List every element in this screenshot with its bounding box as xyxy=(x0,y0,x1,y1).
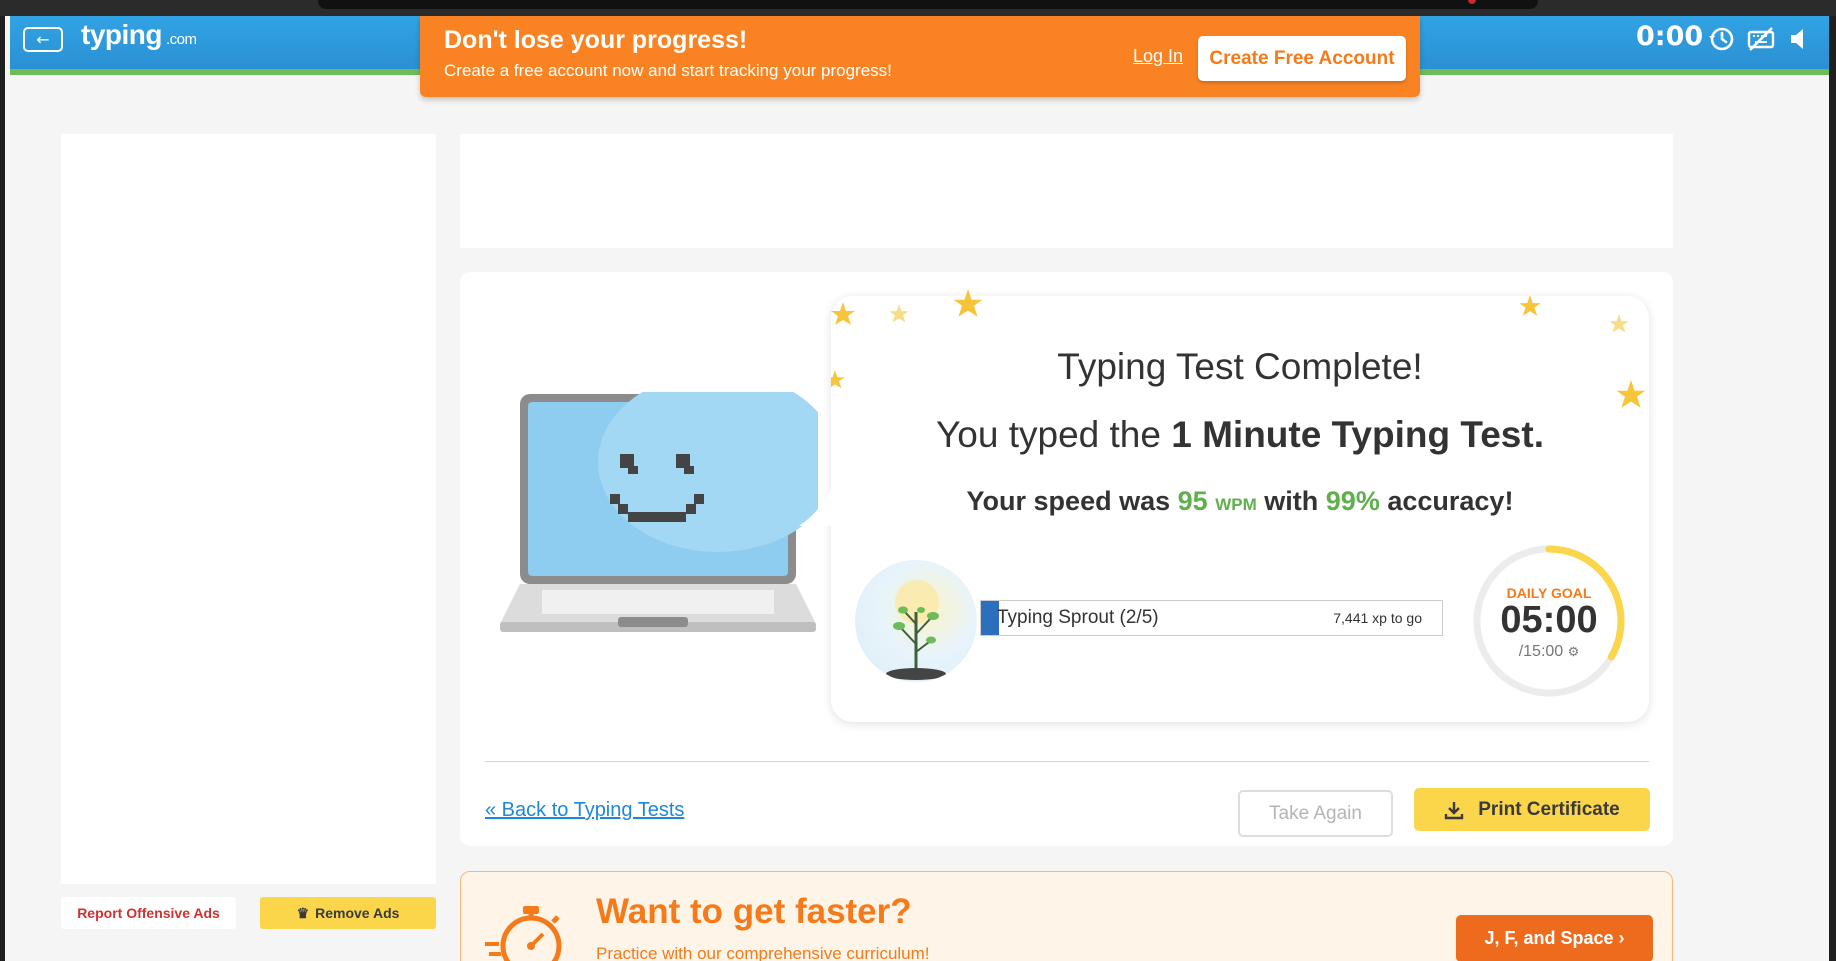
daily-goal-text: DAILY GOAL 05:00 /15:00 ⚙ xyxy=(1471,543,1627,699)
laptop-mascot-illustration xyxy=(500,392,818,632)
banner-subtitle: Create a free account now and start trac… xyxy=(444,61,892,80)
speed-suffix: accuracy! xyxy=(1387,486,1514,516)
browser-top-chrome xyxy=(0,0,1836,16)
banner-title: Don't lose your progress! xyxy=(444,26,748,54)
download-icon xyxy=(1445,801,1464,819)
keyboard-off-icon[interactable] xyxy=(1746,24,1776,54)
create-account-button[interactable]: Create Free Account xyxy=(1198,36,1406,81)
start-lesson-button[interactable]: J, F, and Space › xyxy=(1456,915,1653,961)
daily-goal-total-text: /15:00 xyxy=(1518,643,1564,660)
signup-banner: Don't lose your progress! Create a free … xyxy=(420,16,1420,97)
arrow-left-icon: ← xyxy=(36,30,50,49)
promo-card: Want to get faster? Practice with our co… xyxy=(460,871,1673,961)
test-name: 1 Minute Typing Test. xyxy=(1171,414,1544,455)
history-icon[interactable] xyxy=(1706,24,1736,54)
sidebar-ad-slot xyxy=(61,134,436,884)
promo-title: Want to get faster? xyxy=(596,892,912,931)
print-certificate-button[interactable]: Print Certificate xyxy=(1414,788,1650,831)
sprout-badge xyxy=(855,560,977,682)
print-certificate-label: Print Certificate xyxy=(1478,798,1620,820)
speed-middle: with xyxy=(1264,486,1319,516)
crown-icon: ♛ xyxy=(296,904,310,921)
report-ads-button[interactable]: Report Offensive Ads xyxy=(61,897,236,929)
logo-suffix: .com xyxy=(166,31,197,48)
logo-text: typing xyxy=(81,19,163,50)
xp-to-go: 7,441 xp to go xyxy=(1333,610,1422,626)
wpm-unit: WPM xyxy=(1215,495,1257,514)
speed-prefix: Your speed was xyxy=(966,486,1171,516)
level-progress-bar: Typing Sprout (2/5) 7,441 xp to go xyxy=(980,600,1443,636)
remove-ads-button[interactable]: ♛ Remove Ads xyxy=(260,897,436,929)
results-title: Typing Test Complete! xyxy=(1057,346,1423,387)
speed-line: Your speed was 95 WPM with 99% accuracy! xyxy=(831,486,1649,517)
test-name-line: You typed the 1 Minute Typing Test. xyxy=(831,414,1649,456)
page-viewport: ← typing .com 0:00 Don't lose your progre… xyxy=(5,16,1834,961)
back-to-tests-link[interactable]: « Back to Typing Tests xyxy=(485,799,684,822)
daily-goal-ring[interactable]: DAILY GOAL 05:00 /15:00 ⚙ xyxy=(1471,543,1627,699)
gear-icon[interactable]: ⚙ xyxy=(1568,644,1580,659)
site-logo[interactable]: typing .com xyxy=(81,19,197,51)
daily-goal-total: /15:00 ⚙ xyxy=(1471,643,1627,661)
sprout-icon xyxy=(886,580,946,680)
back-button[interactable]: ← xyxy=(23,27,63,52)
level-label: Typing Sprout (2/5) xyxy=(997,607,1159,628)
actions-divider xyxy=(485,761,1649,762)
daily-goal-value: 05:00 xyxy=(1500,599,1598,641)
accuracy-value: 99% xyxy=(1325,486,1380,516)
window-right-edge xyxy=(1829,16,1836,961)
typed-prefix: You typed the xyxy=(936,414,1161,455)
window-notch xyxy=(318,0,1538,9)
test-timer: 0:00 xyxy=(1636,21,1704,52)
stopwatch-icon xyxy=(485,906,562,961)
wpm-value: 95 xyxy=(1177,486,1208,516)
results-card: Typing Test Complete! You typed the 1 Mi… xyxy=(799,289,1649,722)
login-link[interactable]: Log In xyxy=(1133,46,1183,67)
sound-icon[interactable] xyxy=(1786,24,1816,54)
remove-ads-label: Remove Ads xyxy=(315,905,400,921)
take-again-button[interactable]: Take Again xyxy=(1238,790,1393,837)
results-panel: Typing Test Complete! You typed the 1 Mi… xyxy=(460,272,1673,846)
top-ad-slot xyxy=(460,134,1673,248)
promo-subtitle: Practice with our comprehensive curricul… xyxy=(596,944,930,961)
